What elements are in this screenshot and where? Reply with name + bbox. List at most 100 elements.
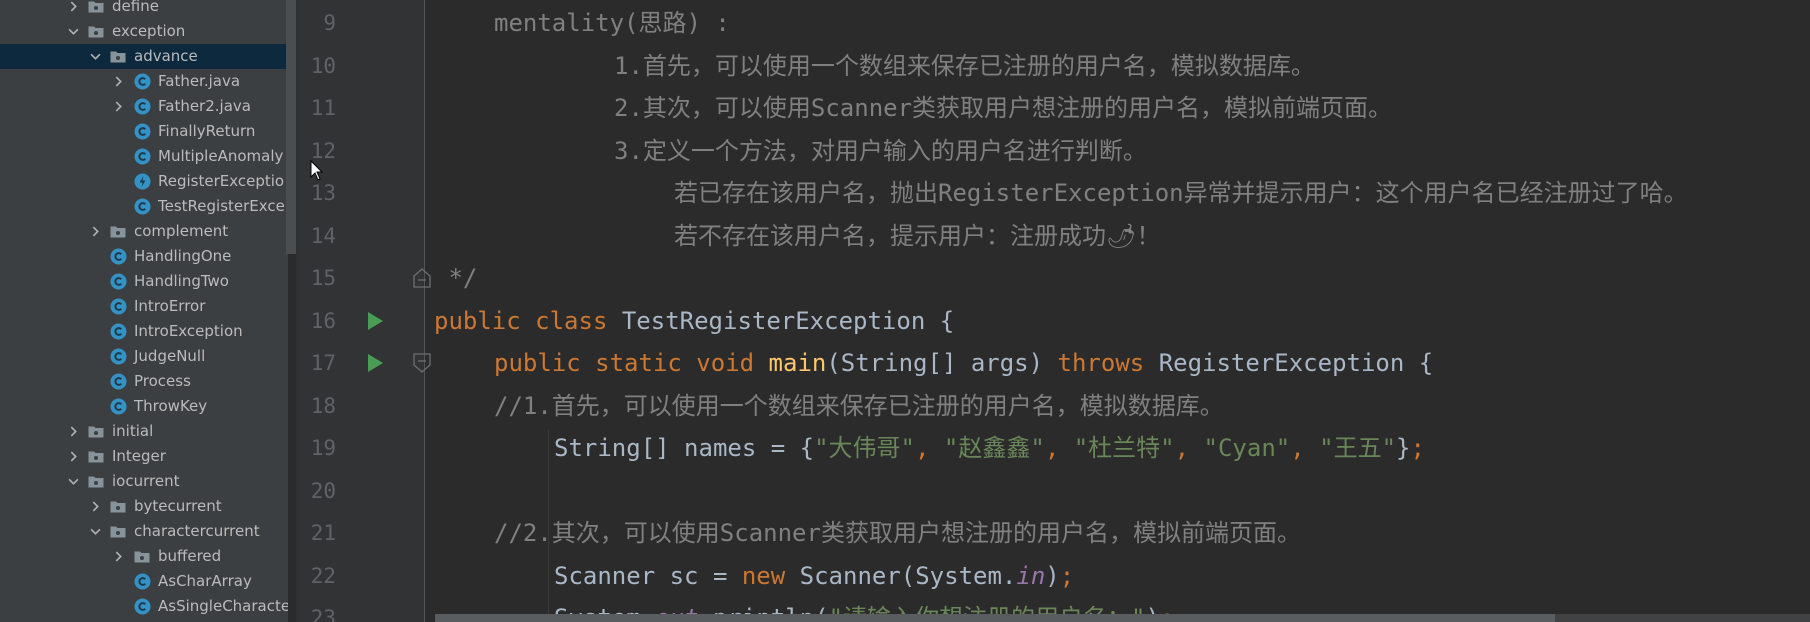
- code-token: public static void: [494, 349, 769, 377]
- chevron-right-icon[interactable]: [111, 94, 125, 119]
- tree-item-label: IntroError: [134, 297, 206, 315]
- tree-item[interactable]: Process: [0, 369, 288, 394]
- chevron-right-icon[interactable]: [66, 419, 80, 444]
- code-token: ,: [1044, 434, 1074, 462]
- editor-horizontal-scrollbar[interactable]: [435, 614, 1810, 622]
- editor-horizontal-scrollbar-thumb[interactable]: [435, 614, 1555, 622]
- code-line[interactable]: */: [434, 257, 477, 299]
- chevron-down-icon[interactable]: [88, 44, 102, 69]
- tree-item[interactable]: exception: [0, 19, 288, 44]
- tree-item[interactable]: buffered: [0, 544, 288, 569]
- package-folder-icon: [88, 25, 104, 38]
- package-folder-icon: [88, 425, 104, 438]
- java-class-icon: [134, 123, 151, 140]
- tree-item[interactable]: advance: [0, 44, 288, 69]
- code-token: }: [1396, 434, 1411, 462]
- chevron-right-icon[interactable]: [88, 219, 102, 244]
- tree-item[interactable]: bytecurrent: [0, 494, 288, 519]
- tree-item[interactable]: initial: [0, 419, 288, 444]
- tree-item[interactable]: JudgeNull: [0, 344, 288, 369]
- tree-item-label: TestRegisterExce: [158, 197, 285, 215]
- java-class-icon: [110, 298, 127, 315]
- tree-item[interactable]: MultipleAnomaly: [0, 144, 288, 169]
- tree-item[interactable]: complement: [0, 219, 288, 244]
- tree-item[interactable]: HandlingOne: [0, 244, 288, 269]
- tree-item[interactable]: charactercurrent: [0, 519, 288, 544]
- tree-item[interactable]: TestRegisterExce: [0, 194, 288, 219]
- code-line[interactable]: 若不存在该用户名，提示用户：注册成功🌶！: [674, 215, 1160, 257]
- java-class-icon: [134, 98, 151, 115]
- run-icon[interactable]: [366, 311, 384, 331]
- code-token: String[] names = {: [554, 434, 815, 462]
- code-line[interactable]: 2.其次，可以使用Scanner类获取用户想注册的用户名，模拟前端页面。: [614, 87, 1392, 129]
- run-icon[interactable]: [366, 353, 384, 373]
- code-line[interactable]: mentality(思路) :: [494, 2, 730, 44]
- fold-start-icon[interactable]: [413, 353, 431, 373]
- chevron-right-icon[interactable]: [111, 69, 125, 94]
- tree-item[interactable]: IntroException: [0, 319, 288, 344]
- line-number[interactable]: 23: [298, 597, 336, 622]
- line-number[interactable]: 10: [298, 45, 336, 87]
- code-token: 3.定义一个方法，对用户输入的用户名进行判断。: [614, 136, 1147, 165]
- tree-item[interactable]: Father.java: [0, 69, 288, 94]
- code-editor[interactable]: 9 10 11 12 13 14 15 16 17 18 19 20 21 22 23 mentality(…: [298, 0, 1810, 622]
- chevron-down-icon[interactable]: [66, 19, 80, 44]
- code-token: "大伟哥": [814, 434, 915, 462]
- line-number[interactable]: 20: [298, 470, 336, 512]
- chevron-down-icon[interactable]: [88, 519, 102, 544]
- chevron-right-icon[interactable]: [88, 494, 102, 519]
- line-number[interactable]: 18: [298, 385, 336, 427]
- java-class-icon: [110, 248, 127, 265]
- tree-item[interactable]: AsCharArray: [0, 569, 288, 594]
- line-number[interactable]: 21: [298, 512, 336, 554]
- tree-item-label: exception: [112, 22, 186, 40]
- code-line[interactable]: 3.定义一个方法，对用户输入的用户名进行判断。: [614, 130, 1147, 172]
- line-number[interactable]: 9: [298, 2, 336, 44]
- tree-item[interactable]: define: [0, 0, 288, 19]
- tree-item-label: ThrowKey: [134, 397, 208, 415]
- line-number[interactable]: 14: [298, 215, 336, 257]
- tree-item[interactable]: FinallyReturn: [0, 119, 288, 144]
- fold-end-icon[interactable]: [413, 268, 431, 288]
- code-line[interactable]: public class TestRegisterException {: [434, 300, 954, 342]
- tree-item-label: bytecurrent: [134, 497, 222, 515]
- tree-item[interactable]: ThrowKey: [0, 394, 288, 419]
- project-tree-scrollbar[interactable]: [286, 0, 296, 254]
- line-number[interactable]: 15: [298, 257, 336, 299]
- chevron-right-icon[interactable]: [66, 444, 80, 469]
- tree-item[interactable]: Father2.java: [0, 94, 288, 119]
- tree-item-label: FinallyReturn: [158, 122, 256, 140]
- code-line[interactable]: 若已存在该用户名，抛出RegisterException异常并提示用户：这个用户…: [674, 172, 1688, 214]
- chevron-down-icon[interactable]: [66, 469, 80, 494]
- code-line[interactable]: String[] names = {"大伟哥", "赵鑫鑫", "杜兰特", "…: [554, 427, 1425, 469]
- tree-item[interactable]: IntroError: [0, 294, 288, 319]
- line-number[interactable]: 16: [298, 300, 336, 342]
- project-tree[interactable]: define exception advance Father.java Father2…: [0, 0, 288, 622]
- chevron-right-icon[interactable]: [111, 544, 125, 569]
- code-token: Scanner sc =: [554, 561, 742, 590]
- tree-item[interactable]: HandlingTwo: [0, 269, 288, 294]
- line-number[interactable]: 19: [298, 427, 336, 469]
- tree-item-label: initial: [112, 422, 154, 440]
- mouse-pointer-icon: [310, 160, 324, 182]
- code-token: ,: [1174, 434, 1204, 462]
- tree-item[interactable]: AsSingleCharacte: [0, 594, 288, 619]
- line-number[interactable]: 11: [298, 87, 336, 129]
- gutter-separator: [424, 0, 425, 622]
- code-line[interactable]: //2.其次，可以使用Scanner类获取用户想注册的用户名，模拟前端页面。: [494, 512, 1301, 554]
- code-line[interactable]: //1.首先，可以使用一个数组来保存已注册的用户名，模拟数据库。: [494, 385, 1224, 427]
- code-line[interactable]: Scanner sc = new Scanner(System.in);: [554, 555, 1074, 597]
- code-token: ): [1045, 561, 1060, 590]
- chevron-right-icon[interactable]: [66, 0, 80, 19]
- tree-item-label: Father.java: [158, 72, 241, 90]
- tree-item[interactable]: iocurrent: [0, 469, 288, 494]
- tree-item[interactable]: Integer: [0, 444, 288, 469]
- tree-item[interactable]: RegisterExceptio: [0, 169, 288, 194]
- code-line[interactable]: 1.首先，可以使用一个数组来保存已注册的用户名，模拟数据库。: [614, 45, 1315, 87]
- code-line[interactable]: public static void main(String[] args) t…: [494, 342, 1433, 384]
- line-number[interactable]: 22: [298, 555, 336, 597]
- tree-item-label: Father2.java: [158, 97, 251, 115]
- line-number[interactable]: 17: [298, 342, 336, 384]
- package-folder-icon: [88, 450, 104, 463]
- editor-gutter: 9 10 11 12 13 14 15 16 17 18 19 20 21 22 23: [298, 0, 424, 622]
